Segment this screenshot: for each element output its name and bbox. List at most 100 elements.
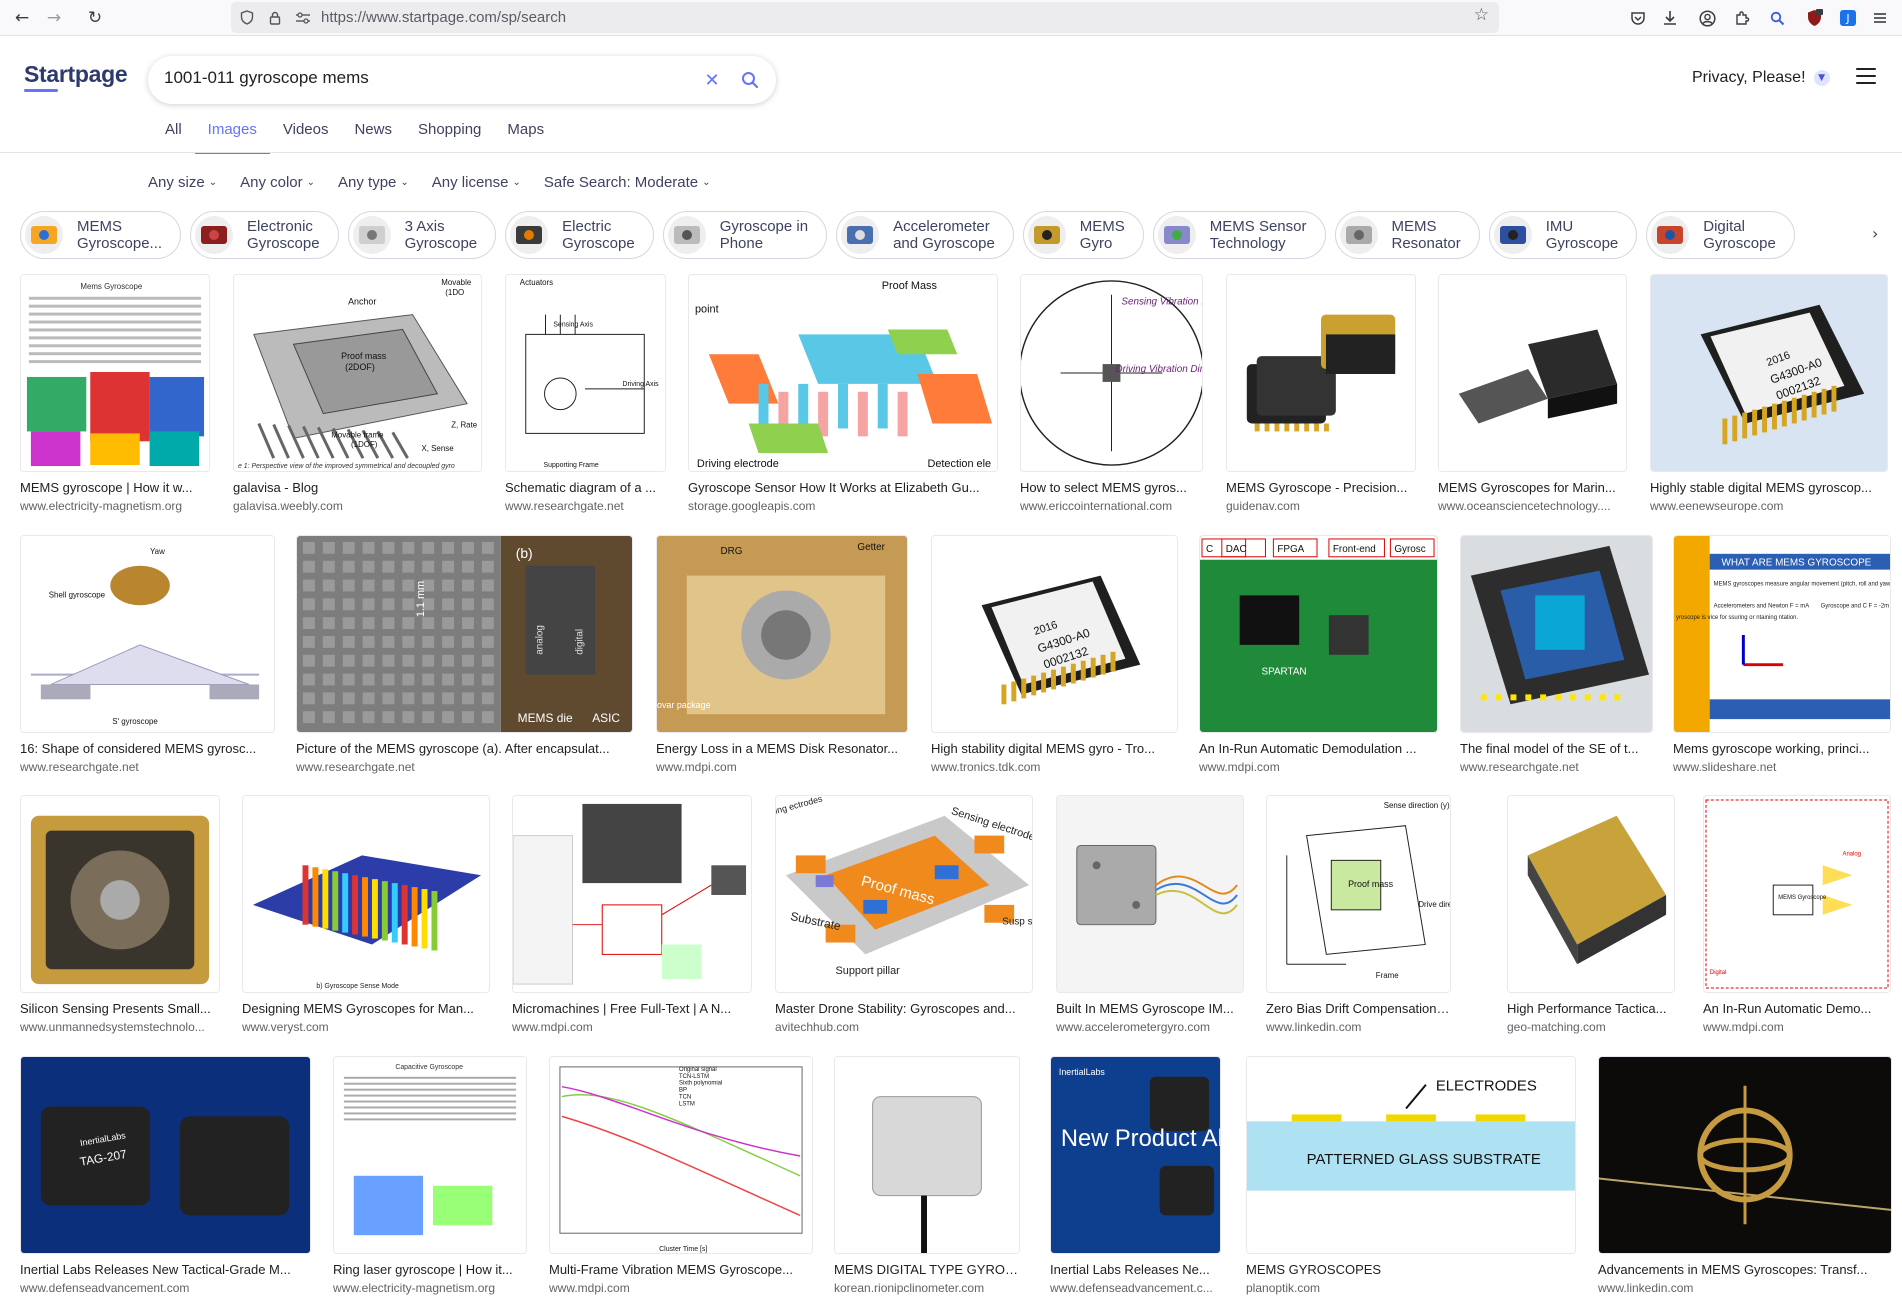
image-result[interactable]: Mems Gyroscope MEMS gyroscope | How it w.… (20, 274, 210, 518)
result-domain[interactable]: www.defenseadvancement.com (20, 1281, 311, 1295)
result-title[interactable]: Gyroscope Sensor How It Works at Elizabe… (688, 480, 998, 495)
result-domain[interactable]: www.researchgate.net (20, 760, 275, 774)
result-thumbnail[interactable]: C DAC FPGA Front-end Gyrosc SPARTAN (1199, 535, 1438, 733)
result-thumbnail[interactable] (1460, 535, 1653, 733)
image-result[interactable]: Capacitive Gyroscope Ring laser gyroscope… (333, 1056, 527, 1300)
image-result[interactable]: Yaw Shell gyroscope S' gyroscope 16: Shape … (20, 535, 275, 779)
image-result[interactable]: (b) 1.1 mm analog digital MEMS die ASIC Pictur… (296, 535, 633, 779)
result-title[interactable]: 16: Shape of considered MEMS gyrosc... (20, 741, 275, 756)
result-domain[interactable]: avitechhub.com (775, 1020, 1033, 1034)
result-domain[interactable]: geo-matching.com (1507, 1020, 1675, 1034)
image-result[interactable]: Micromachines | Free Full-Text | A N... w… (512, 795, 752, 1039)
result-title[interactable]: Schematic diagram of a ... (505, 480, 666, 495)
result-title[interactable]: High Performance Tactica... (1507, 1001, 1675, 1016)
result-title[interactable]: High stability digital MEMS gyro - Tro..… (931, 741, 1178, 756)
result-thumbnail[interactable] (20, 795, 220, 993)
result-domain[interactable]: www.tronics.tdk.com (931, 760, 1178, 774)
result-title[interactable]: Mems gyroscope working, princi... (1673, 741, 1891, 756)
result-title[interactable]: Ring laser gyroscope | How it... (333, 1262, 527, 1277)
result-domain[interactable]: guidenav.com (1226, 499, 1416, 513)
result-thumbnail[interactable]: Actuators Sensing Axis Driving Axis Support… (505, 274, 666, 472)
result-title[interactable]: MEMS Gyroscopes for Marin... (1438, 480, 1627, 495)
result-title[interactable]: MEMS Gyroscope - Precision... (1226, 480, 1416, 495)
result-thumbnail[interactable] (1598, 1056, 1892, 1254)
image-result[interactable]: InertialLabs TAG-207 Inertial Labs Release… (20, 1056, 311, 1300)
result-domain[interactable]: www.ericcointernational.com (1020, 499, 1203, 513)
result-thumbnail[interactable] (834, 1056, 1020, 1254)
image-result[interactable]: InertialLabs New Product Alert! Inertial L… (1050, 1056, 1221, 1300)
result-title[interactable]: Master Drone Stability: Gyroscopes and..… (775, 1001, 1033, 1016)
result-domain[interactable]: korean.rionipclinometer.com (834, 1281, 1020, 1295)
image-result[interactable]: Advancements in MEMS Gyroscopes: Transf.… (1598, 1056, 1892, 1300)
result-thumbnail[interactable]: Sensing Vibration Direction Driving Vibra… (1020, 274, 1203, 472)
result-thumbnail[interactable]: Yaw Shell gyroscope S' gyroscope (20, 535, 275, 733)
result-thumbnail[interactable]: MEMS Gyroscope Digital Analog (1703, 795, 1891, 993)
result-title[interactable]: An In-Run Automatic Demo... (1703, 1001, 1891, 1016)
image-result[interactable]: ELECTRODES PATTERNED GLASS SUBSTRATE MEMS … (1246, 1056, 1576, 1300)
result-title[interactable]: Highly stable digital MEMS gyroscop... (1650, 480, 1888, 495)
result-thumbnail[interactable]: 2016 G4300-A0 0002132 (1650, 274, 1888, 472)
result-title[interactable]: Picture of the MEMS gyroscope (a). After… (296, 741, 633, 756)
result-thumbnail[interactable] (1438, 274, 1627, 472)
image-result[interactable]: Sense direction (y) Proof mass Drive direc… (1266, 795, 1451, 1039)
result-domain[interactable]: www.mdpi.com (549, 1281, 813, 1295)
result-title[interactable]: Inertial Labs Releases Ne... (1050, 1262, 1221, 1277)
image-result[interactable]: Original signal TCN-LSTM Sixth polynomial B… (549, 1056, 813, 1300)
image-result[interactable]: Anchor Movable (1DO Proof mass (2DOF) Movable… (233, 274, 482, 518)
result-title[interactable]: The final model of the SE of t... (1460, 741, 1653, 756)
result-domain[interactable]: www.defenseadvancement.c... (1050, 1281, 1221, 1295)
image-result[interactable]: Sensing Vibration Direction Driving Vibra… (1020, 274, 1203, 518)
result-thumbnail[interactable]: 2016 G4300-A0 0002132 (931, 535, 1178, 733)
image-result[interactable]: MEMS Gyroscope - Precision... guidenav.co… (1226, 274, 1416, 518)
result-domain[interactable]: www.mdpi.com (512, 1020, 752, 1034)
result-thumbnail[interactable]: WHAT ARE MEMS GYROSCOPE MEMS gyroscopes m… (1673, 535, 1891, 733)
result-thumbnail[interactable]: Sense direction (y) Proof mass Drive direc… (1266, 795, 1451, 993)
result-thumbnail[interactable]: DRG Getter ovar package (656, 535, 908, 733)
image-result[interactable]: High Performance Tactica... geo-matching.… (1507, 795, 1675, 1039)
result-thumbnail[interactable]: InertialLabs TAG-207 (20, 1056, 311, 1254)
result-title[interactable]: Advancements in MEMS Gyroscopes: Transf.… (1598, 1262, 1892, 1277)
result-title[interactable]: Multi-Frame Vibration MEMS Gyroscope... (549, 1262, 813, 1277)
result-thumbnail[interactable]: Capacitive Gyroscope (333, 1056, 527, 1254)
result-thumbnail[interactable] (1056, 795, 1244, 993)
image-result[interactable]: DRG Getter ovar package Energy Loss in a ME… (656, 535, 908, 779)
result-title[interactable]: MEMS gyroscope | How it w... (20, 480, 210, 495)
result-domain[interactable]: www.unmannedsystemstechnolo... (20, 1020, 220, 1034)
result-thumbnail[interactable] (512, 795, 752, 993)
result-title[interactable]: MEMS DIGITAL TYPE GYROS... (834, 1262, 1020, 1277)
result-thumbnail[interactable]: Proof Mass point Driving electrode Detectio… (688, 274, 998, 472)
result-title[interactable]: Designing MEMS Gyroscopes for Man... (242, 1001, 490, 1016)
result-thumbnail[interactable]: Mems Gyroscope (20, 274, 210, 472)
result-domain[interactable]: www.mdpi.com (1199, 760, 1438, 774)
result-title[interactable]: Energy Loss in a MEMS Disk Resonator... (656, 741, 908, 756)
image-result[interactable]: WHAT ARE MEMS GYROSCOPE MEMS gyroscopes m… (1673, 535, 1891, 779)
result-domain[interactable]: www.researchgate.net (296, 760, 633, 774)
result-domain[interactable]: galavisa.weebly.com (233, 499, 482, 513)
result-domain[interactable]: www.mdpi.com (656, 760, 908, 774)
result-domain[interactable]: www.linkedin.com (1598, 1281, 1892, 1295)
result-domain[interactable]: www.slideshare.net (1673, 760, 1891, 774)
result-title[interactable]: MEMS GYROSCOPES (1246, 1262, 1576, 1277)
result-domain[interactable]: www.eenewseurope.com (1650, 499, 1888, 513)
result-title[interactable]: Silicon Sensing Presents Small... (20, 1001, 220, 1016)
image-result[interactable]: Proof mass Substrate Sensing electrodes Sup… (775, 795, 1033, 1039)
result-domain[interactable]: www.accelerometergyro.com (1056, 1020, 1244, 1034)
result-thumbnail[interactable]: b) Gyroscope Sense Mode (242, 795, 490, 993)
image-result[interactable]: The final model of the SE of t... www.res… (1460, 535, 1653, 779)
result-domain[interactable]: www.electricity-magnetism.org (20, 499, 210, 513)
result-thumbnail[interactable]: Original signal TCN-LSTM Sixth polynomial B… (549, 1056, 813, 1254)
image-result[interactable]: b) Gyroscope Sense Mode Designing MEMS Gy… (242, 795, 490, 1039)
result-title[interactable]: Zero Bias Drift Compensation Me... (1266, 1001, 1451, 1016)
result-title[interactable]: How to select MEMS gyros... (1020, 480, 1203, 495)
result-domain[interactable]: www.researchgate.net (505, 499, 666, 513)
image-result[interactable]: MEMS DIGITAL TYPE GYROS... korean.rionipc… (834, 1056, 1020, 1300)
result-thumbnail[interactable]: Proof mass Substrate Sensing electrodes Sup… (775, 795, 1033, 993)
image-result[interactable]: 2016 G4300-A0 0002132 High stability digita… (931, 535, 1178, 779)
image-result[interactable]: Actuators Sensing Axis Driving Axis Support… (505, 274, 666, 518)
image-result[interactable]: C DAC FPGA Front-end Gyrosc SPARTAN An In-Run … (1199, 535, 1438, 779)
result-domain[interactable]: www.electricity-magnetism.org (333, 1281, 527, 1295)
result-thumbnail[interactable]: Anchor Movable (1DO Proof mass (2DOF) Movable… (233, 274, 482, 472)
result-domain[interactable]: www.mdpi.com (1703, 1020, 1891, 1034)
result-domain[interactable]: www.veryst.com (242, 1020, 490, 1034)
result-title[interactable]: Built In MEMS Gyroscope IM... (1056, 1001, 1244, 1016)
